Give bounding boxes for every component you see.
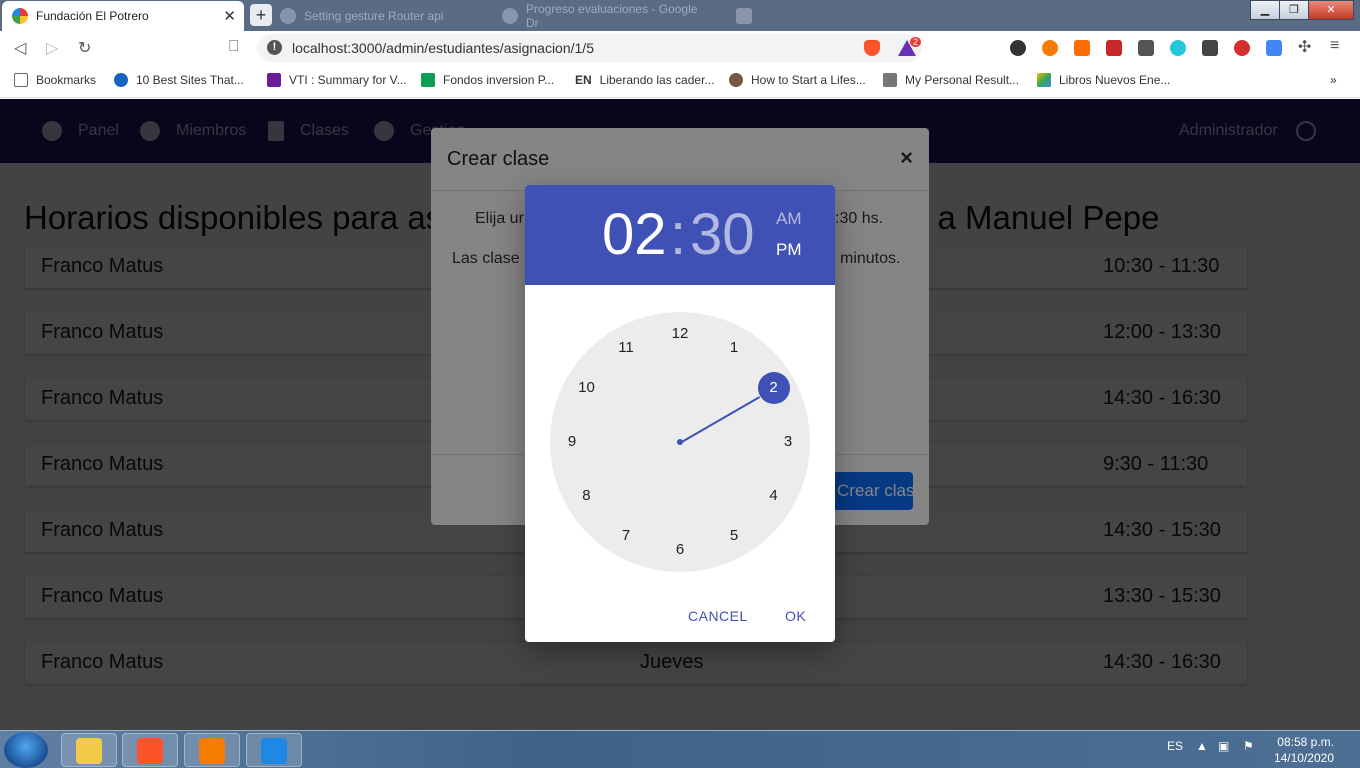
clock-number-5[interactable]: 5 xyxy=(719,521,749,551)
bookmark-item[interactable]: Bookmarks xyxy=(14,73,96,87)
forward-icon[interactable]: ▷ xyxy=(46,38,58,58)
maximize-button[interactable]: ❐ xyxy=(1279,0,1309,20)
clock-dial[interactable]: 12 1 2 3 4 5 6 7 8 9 10 11 xyxy=(550,312,810,572)
clock-number-2[interactable]: 2 xyxy=(757,372,790,404)
cancel-button[interactable]: CANCEL xyxy=(688,608,748,624)
hour-display[interactable]: 02 xyxy=(602,201,667,268)
brave-icon xyxy=(137,738,163,764)
bookmark-item[interactable]: Fondos inversion P... xyxy=(421,73,554,87)
bookmark-item[interactable]: How to Start a Lifes... xyxy=(729,73,866,87)
am-toggle[interactable]: AM xyxy=(776,209,802,229)
browser-toolbar: ◁ ▷ ↻ ⎕ ! localhost:3000/admin/estudiant… xyxy=(0,31,1360,64)
bookmark-icon[interactable]: ⎕ xyxy=(229,38,239,56)
bookmark-item[interactable]: Libros Nuevos Ene... xyxy=(1037,73,1170,87)
yahoo-icon xyxy=(267,73,281,87)
cloudflare-ext-icon[interactable] xyxy=(1042,40,1058,56)
adblock-icon[interactable] xyxy=(1234,40,1250,56)
translate-icon[interactable] xyxy=(1266,40,1282,56)
start-button[interactable] xyxy=(4,732,48,768)
clock-date: 14/10/2020 xyxy=(1273,751,1334,765)
tab-favicon-icon xyxy=(502,7,518,24)
bookmark-favicon-icon xyxy=(114,73,128,87)
bookmark-avatar-icon xyxy=(729,73,743,87)
menu-dots-icon[interactable]: ≡ xyxy=(1330,37,1339,55)
clock-number-1[interactable]: 1 xyxy=(719,333,749,363)
reload-icon[interactable]: ↻ xyxy=(78,38,91,58)
taskbar-brave[interactable] xyxy=(122,733,178,767)
clock-number-6[interactable]: 6 xyxy=(665,535,695,565)
tab-title: Fundación El Potrero xyxy=(36,9,149,23)
bookmark-item[interactable]: My Personal Result... xyxy=(883,73,1019,87)
bookmarks-folder-icon xyxy=(14,73,28,87)
taskbar-pdf[interactable] xyxy=(184,733,240,767)
pdf-icon xyxy=(199,738,225,764)
clock-time: 08:58 p.m. xyxy=(1277,735,1334,749)
clock-number-7[interactable]: 7 xyxy=(611,521,641,551)
network-icon[interactable]: ▣ xyxy=(1218,739,1229,753)
minute-display[interactable]: 30 xyxy=(690,201,755,268)
folder-icon xyxy=(76,738,102,764)
incognito-ext-icon[interactable] xyxy=(1010,40,1026,56)
pm-toggle[interactable]: PM xyxy=(776,240,802,260)
swift-ext-icon[interactable] xyxy=(1074,40,1090,56)
clock-number-9[interactable]: 9 xyxy=(557,427,587,457)
window-controls: ▁ ❐ ✕ xyxy=(1250,0,1354,20)
bookmark-favicon-icon xyxy=(883,73,897,87)
clock-number-3[interactable]: 3 xyxy=(773,427,803,457)
url-text: localhost:3000/admin/estudiantes/asignac… xyxy=(292,40,594,56)
clock-hand xyxy=(679,396,761,444)
tab-inactive-1[interactable]: Setting gesture Router api xyxy=(270,1,490,30)
extensions-puzzle-icon[interactable]: ✣ xyxy=(1298,37,1311,57)
brave-shield-icon[interactable] xyxy=(864,40,880,56)
sheets-icon xyxy=(421,73,435,87)
tab-inactive-3[interactable] xyxy=(726,1,766,30)
bookmarks-more-button[interactable]: » xyxy=(1330,73,1337,87)
ext-red-icon[interactable] xyxy=(1106,40,1122,56)
back-icon[interactable]: ◁ xyxy=(14,38,26,58)
window-close-button[interactable]: ✕ xyxy=(1308,0,1354,20)
tab-favicon-icon xyxy=(736,7,752,24)
time-picker-dialog: 02 : 30 AM PM 12 1 2 3 4 5 6 7 8 9 10 11 CANCEL OK xyxy=(525,185,835,642)
language-indicator[interactable]: ES xyxy=(1167,739,1183,753)
taskbar-explorer[interactable] xyxy=(61,733,117,767)
ext-circle-icon[interactable] xyxy=(1170,40,1186,56)
new-tab-button[interactable]: + xyxy=(250,4,272,26)
bookmark-item[interactable]: 10 Best Sites That... xyxy=(114,73,244,87)
bookmark-item[interactable]: EN Liberando las cader... xyxy=(575,73,714,87)
info-icon[interactable]: ! xyxy=(267,40,282,55)
clock-number-8[interactable]: 8 xyxy=(571,481,601,511)
system-clock[interactable]: 08:58 p.m. 14/10/2020 xyxy=(1266,734,1334,766)
ext-doc-icon[interactable] xyxy=(1138,40,1154,56)
action-center-icon[interactable]: ⚑ xyxy=(1243,739,1254,753)
tab-inactive-2[interactable]: Progreso evaluaciones - Google Dr xyxy=(492,1,720,30)
tab-close-icon[interactable]: ✕ xyxy=(223,7,236,25)
en-icon: EN xyxy=(575,73,592,87)
clock-center xyxy=(677,439,683,445)
tab-active[interactable]: Fundación El Potrero ✕ xyxy=(2,1,244,31)
time-picker-header: 02 : 30 AM PM xyxy=(525,185,835,285)
vscode-icon xyxy=(261,738,287,764)
clock-number-10[interactable]: 10 xyxy=(571,373,601,403)
site-favicon-icon xyxy=(12,8,28,24)
clock-number-11[interactable]: 11 xyxy=(611,333,641,363)
os-taskbar: ES ▲ ▣ ⚑ 08:58 p.m. 14/10/2020 xyxy=(0,730,1360,768)
time-separator: : xyxy=(670,202,687,267)
address-bar[interactable]: ! localhost:3000/admin/estudiantes/asign… xyxy=(257,34,922,62)
taskbar-vscode[interactable] xyxy=(246,733,302,767)
ext-m-icon[interactable] xyxy=(1202,40,1218,56)
tab-favicon-icon xyxy=(280,7,296,24)
tray-arrow-icon[interactable]: ▲ xyxy=(1196,739,1208,753)
tab-strip: Fundación El Potrero ✕ + Setting gesture… xyxy=(0,0,1360,31)
rewards-badge: 2 xyxy=(910,37,922,47)
ok-button[interactable]: OK xyxy=(785,608,806,624)
tab-title: Progreso evaluaciones - Google Dr xyxy=(526,1,698,30)
bookmark-item[interactable]: VTI : Summary for V... xyxy=(267,73,407,87)
tab-title: Setting gesture Router api xyxy=(304,8,444,23)
minimize-button[interactable]: ▁ xyxy=(1250,0,1280,20)
clock-number-4[interactable]: 4 xyxy=(759,481,789,511)
drive-icon xyxy=(1037,73,1051,87)
clock-number-12[interactable]: 12 xyxy=(665,319,695,349)
bookmarks-bar: Bookmarks 10 Best Sites That... VTI : Su… xyxy=(0,64,1360,98)
